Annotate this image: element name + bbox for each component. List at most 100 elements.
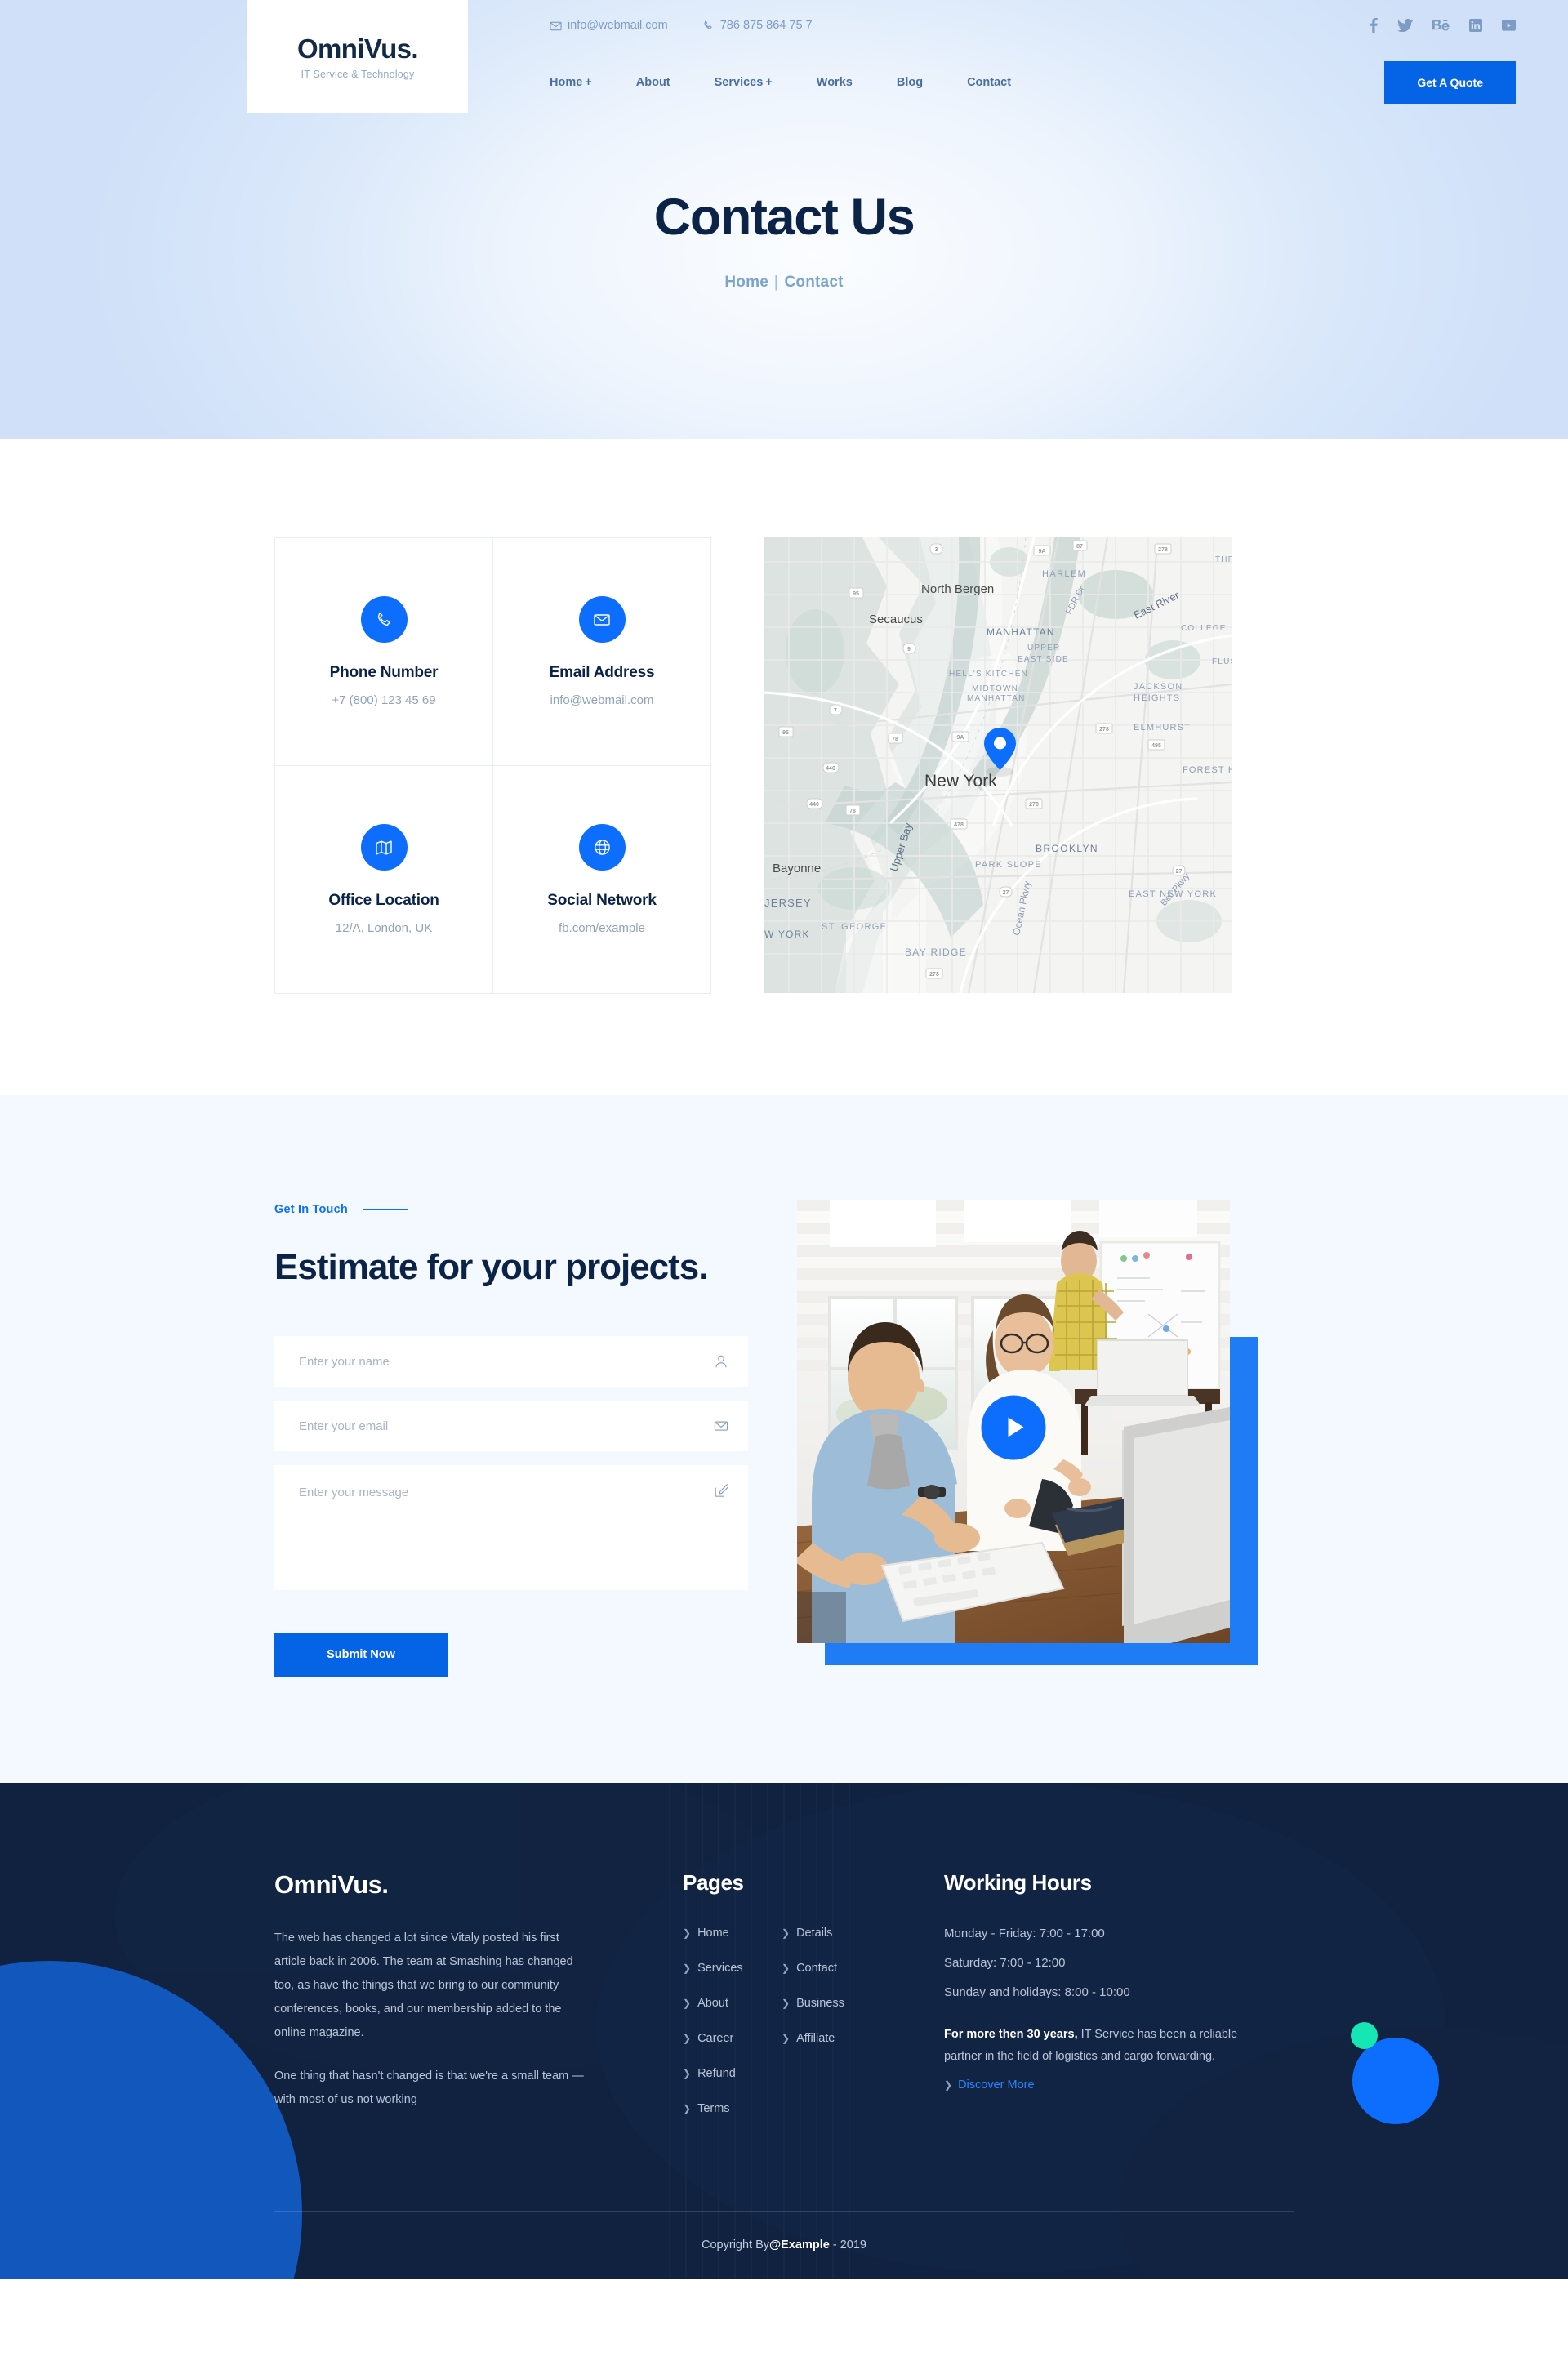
contact-card-email[interactable]: Email Address info@webmail.com	[493, 538, 711, 766]
location-pin-icon[interactable]	[980, 727, 1020, 777]
svg-text:78: 78	[892, 737, 898, 742]
svg-text:HELL'S KITCHEN: HELL'S KITCHEN	[949, 670, 1028, 679]
site-logo[interactable]: OmniVus. IT Service & Technology	[247, 0, 468, 113]
discover-more-label: Discover More	[958, 2078, 1035, 2092]
chevron-right-icon: ❯	[944, 2078, 953, 2091]
envelope-icon	[550, 20, 562, 32]
name-field-wrapper	[274, 1336, 748, 1388]
footer-link-refund[interactable]: ❯ Refund	[683, 2067, 768, 2080]
svg-text:COLLEGE: COLLEGE	[1181, 624, 1227, 633]
message-input[interactable]	[274, 1465, 748, 1587]
svg-text:440: 440	[826, 766, 835, 772]
chevron-right-icon: ❯	[782, 2033, 791, 2045]
section-tagline: Get In Touch	[274, 1203, 748, 1216]
linkedin-icon[interactable]	[1469, 19, 1482, 32]
contact-page: OmniVus. IT Service & Technology info@we…	[0, 0, 1568, 2280]
footer-link-business[interactable]: ❯ Business	[782, 1997, 867, 2010]
youtube-icon[interactable]	[1502, 19, 1516, 32]
contact-wrapper: Phone Number +7 (800) 123 45 69 Email Ad…	[274, 537, 1294, 994]
chevron-right-icon: ❯	[683, 1927, 692, 1940]
email-input[interactable]	[274, 1401, 748, 1452]
svg-text:278: 278	[1158, 547, 1168, 553]
topbar-phone[interactable]: 786 875 864 75 7	[702, 19, 813, 32]
site-footer: OmniVus. The web has changed a lot since…	[0, 1783, 1568, 2280]
chevron-right-icon: ❯	[683, 2068, 692, 2080]
chevron-right-icon: ❯	[782, 1998, 791, 2010]
svg-text:North Bergen: North Bergen	[921, 582, 994, 596]
contact-info-section: Phone Number +7 (800) 123 45 69 Email Ad…	[0, 439, 1568, 1095]
footer-link-label: Terms	[697, 2102, 730, 2116]
breadcrumb-separator: |	[773, 274, 779, 291]
behance-icon[interactable]	[1432, 20, 1450, 31]
discover-more-link[interactable]: ❯ Discover More	[944, 2078, 1035, 2092]
footer-link-home[interactable]: ❯ Home	[683, 1927, 768, 1940]
copyright-pre: Copyright By	[702, 2239, 770, 2252]
svg-text:3: 3	[935, 547, 938, 553]
svg-text:JERSEY: JERSEY	[764, 897, 812, 909]
svg-text:JACKSON: JACKSON	[1134, 682, 1183, 692]
estimate-title: Estimate for your projects.	[274, 1247, 708, 1287]
name-input[interactable]	[274, 1336, 748, 1388]
svg-text:HEIGHTS: HEIGHTS	[1134, 693, 1180, 703]
footer-link-terms[interactable]: ❯ Terms	[683, 2102, 768, 2115]
logo-tagline: IT Service & Technology	[301, 68, 415, 80]
location-map[interactable]: 3 95 9 7 95 78 440 440 78 9A 9A 87 278 2…	[764, 537, 1232, 993]
contact-card-social[interactable]: Social Network fb.com/example	[493, 766, 711, 994]
footer-link-about[interactable]: ❯ About	[683, 1997, 768, 2010]
facebook-icon[interactable]	[1370, 18, 1378, 33]
nav-item-blog[interactable]: Blog	[897, 76, 923, 89]
footer-link-label: Contact	[796, 1962, 838, 1976]
topbar-phone-text: 786 875 864 75 7	[719, 19, 813, 32]
footer-hours-weekday: Monday - Friday: 7:00 - 17:00	[944, 1927, 1105, 1941]
contact-card-title: Social Network	[547, 892, 657, 909]
svg-text:FLUS: FLUS	[1212, 657, 1232, 666]
estimate-section: Get In Touch Estimate for your projects.	[0, 1095, 1568, 1784]
footer-link-contact[interactable]: ❯ Contact	[782, 1962, 867, 1975]
play-icon	[1008, 1417, 1024, 1437]
submit-button[interactable]: Submit Now	[274, 1633, 448, 1677]
contact-card-title: Phone Number	[329, 664, 439, 681]
chevron-right-icon: ❯	[683, 1998, 692, 2010]
nav-item-services[interactable]: Services +	[715, 76, 773, 89]
footer-link-details[interactable]: ❯ Details	[782, 1927, 867, 1940]
svg-text:MANHATTAN: MANHATTAN	[987, 626, 1055, 638]
chevron-right-icon: ❯	[782, 1962, 791, 1975]
chevron-right-icon: ❯	[683, 1962, 692, 1975]
footer-link-services[interactable]: ❯ Services	[683, 1962, 768, 1975]
breadcrumb-home[interactable]: Home	[724, 274, 768, 291]
tagline-rule	[362, 1209, 408, 1210]
contact-card-location[interactable]: Office Location 12/A, London, UK	[275, 766, 493, 994]
svg-text:ST. GEORGE: ST. GEORGE	[822, 922, 887, 932]
footer-note-bold: For more then 30 years,	[944, 2028, 1078, 2042]
breadcrumb-current: Contact	[784, 274, 844, 291]
twitter-icon[interactable]	[1397, 19, 1413, 32]
chevron-right-icon: ❯	[782, 1927, 791, 1940]
topbar-email[interactable]: info@webmail.com	[550, 19, 668, 32]
footer-pages-col-1: ❯ Home ❯ Services ❯ About ❯ Career ❯ Refund ❯…	[683, 1927, 768, 2137]
footer-hours-saturday: Saturday: 7:00 - 12:00	[944, 1956, 1066, 1971]
nav-item-contact[interactable]: Contact	[967, 76, 1011, 89]
email-field-wrapper	[274, 1401, 748, 1452]
nav-item-home[interactable]: Home +	[550, 76, 592, 89]
get-a-quote-button[interactable]: Get A Quote	[1384, 60, 1516, 104]
main-navigation: Home + About Services + Works Blog Contact…	[550, 51, 1516, 113]
footer-link-career[interactable]: ❯ Career	[683, 2032, 768, 2045]
contact-card-phone[interactable]: Phone Number +7 (800) 123 45 69	[275, 538, 493, 766]
svg-text:27: 27	[1176, 869, 1183, 875]
footer-link-affiliate[interactable]: ❯ Affiliate	[782, 2032, 867, 2045]
play-video-button[interactable]	[981, 1395, 1046, 1459]
estimate-row: Get In Touch Estimate for your projects.	[274, 1195, 1294, 1677]
footer-link-label: Details	[796, 1927, 833, 1940]
svg-text:440: 440	[809, 802, 819, 808]
estimate-form: Submit Now	[274, 1336, 748, 1677]
nav-label: Home	[550, 75, 583, 89]
pencil-square-icon	[714, 1483, 728, 1498]
contact-row: Phone Number +7 (800) 123 45 69 Email Ad…	[274, 537, 1294, 994]
nav-item-about[interactable]: About	[636, 76, 670, 89]
dropdown-plus-icon: +	[585, 75, 592, 89]
svg-text:Secaucus: Secaucus	[869, 613, 923, 626]
footer-pages-col-2: ❯ Details ❯ Contact ❯ Business ❯ Affiliate	[782, 1927, 867, 2137]
svg-text:MIDTOWN: MIDTOWN	[972, 684, 1018, 693]
nav-item-works[interactable]: Works	[817, 76, 853, 89]
footer-pages-column: Pages ❯ Home ❯ Services ❯ About ❯ Career ❯ Re…	[683, 1870, 944, 2137]
